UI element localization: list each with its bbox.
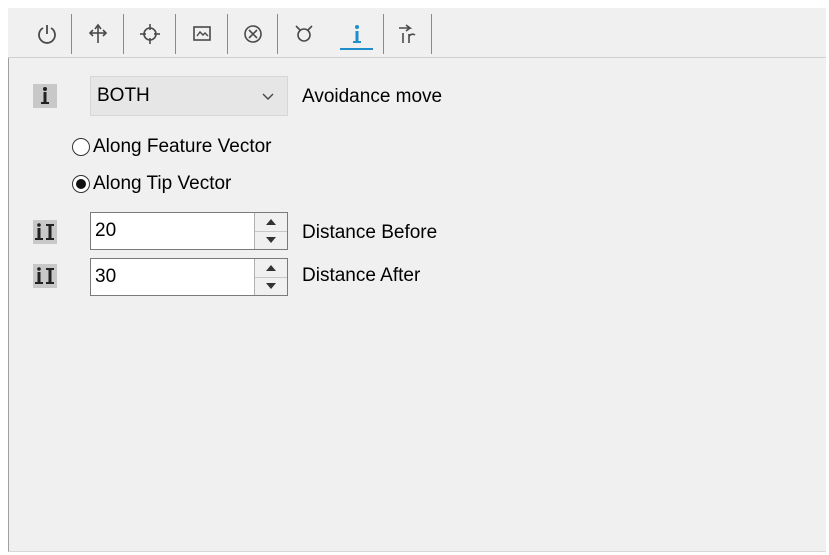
radio-along-feature-vector[interactable]: Along Feature Vector [72, 136, 272, 158]
avoidance-info-icon[interactable] [33, 84, 57, 108]
tab-power[interactable] [22, 14, 72, 54]
distance-after-label: Distance After [302, 265, 421, 286]
spin-up-button[interactable] [255, 213, 287, 232]
distance-after-stepper[interactable] [90, 258, 288, 296]
avoidance-mode-dropdown[interactable]: BOTH [90, 76, 288, 116]
image-frame-icon [191, 23, 213, 45]
radio-circle [72, 138, 90, 156]
tab-bar [8, 8, 826, 58]
tab-retract[interactable] [384, 14, 432, 54]
active-tab-indicator [340, 48, 373, 50]
distance-before-label: Distance Before [302, 222, 438, 243]
power-icon [36, 23, 58, 45]
distance-before-stepper[interactable] [90, 212, 288, 250]
tab-image[interactable] [176, 14, 228, 54]
spin-down-button[interactable] [255, 231, 287, 249]
crosshair-icon [139, 23, 161, 45]
radio-along-tip-vector[interactable]: Along Tip Vector [72, 173, 231, 195]
tab-tool[interactable] [278, 14, 330, 54]
tab-cancel[interactable] [228, 14, 278, 54]
tab-avoidance[interactable] [330, 14, 384, 54]
x-circle-icon [242, 23, 264, 45]
avoidance-mode-value: BOTH [97, 85, 150, 106]
distance-after-icon[interactable] [33, 264, 57, 288]
radio-circle [72, 175, 90, 193]
radio-selected-dot [76, 179, 86, 189]
avoidance-mode-label: Avoidance move [302, 86, 443, 107]
radio-label: Along Tip Vector [93, 173, 232, 194]
tab-move[interactable] [72, 14, 124, 54]
chevron-down-icon [261, 89, 275, 108]
spin-down-button[interactable] [255, 277, 287, 295]
move-arrows-icon [87, 23, 109, 45]
distance-before-input[interactable] [95, 220, 245, 242]
spin-up-button[interactable] [255, 259, 287, 278]
distance-after-input[interactable] [95, 266, 245, 288]
distance-before-icon[interactable] [33, 220, 57, 244]
tab-target[interactable] [124, 14, 176, 54]
spin-buttons [254, 259, 287, 295]
spin-buttons [254, 213, 287, 249]
retract-arrow-icon [396, 23, 420, 45]
radio-label: Along Feature Vector [93, 136, 272, 157]
tool-tip-icon [293, 23, 315, 45]
info-i-icon [346, 23, 368, 45]
